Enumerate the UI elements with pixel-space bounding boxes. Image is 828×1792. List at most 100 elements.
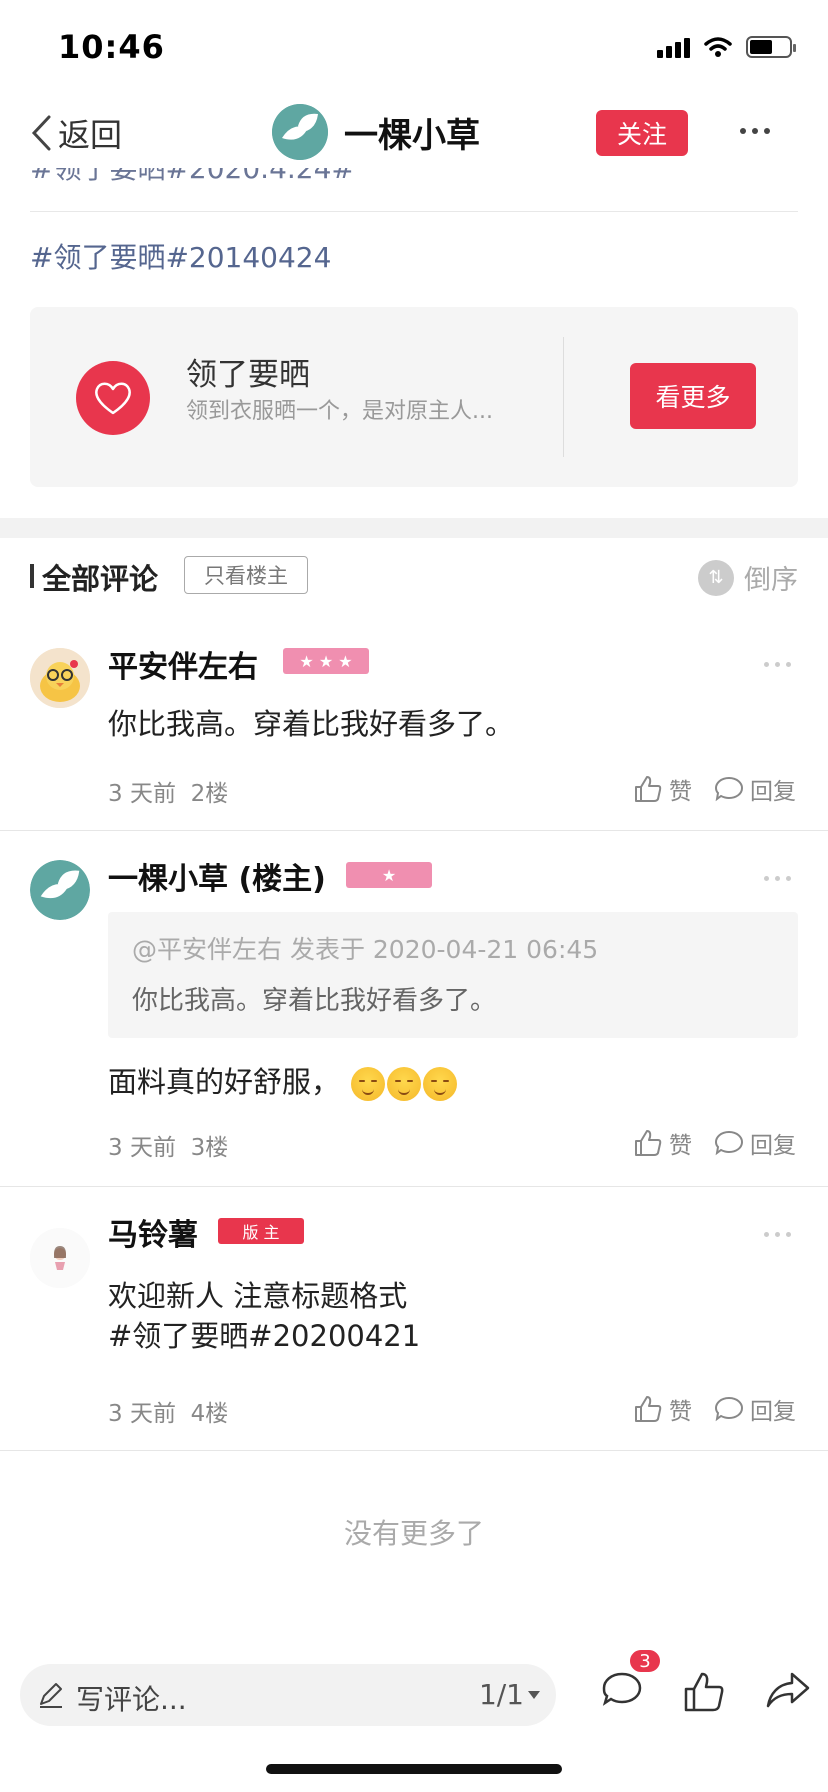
comment-tag-line: #领了要晒#20200421: [108, 1319, 421, 1353]
more-options-icon[interactable]: [740, 116, 770, 134]
divider: [0, 1450, 828, 1451]
thumbs-up-icon[interactable]: [682, 1670, 726, 1714]
thumbs-up-icon: [635, 1396, 662, 1422]
wifi-icon: [704, 37, 732, 57]
only-owner-button[interactable]: 只看楼主: [184, 556, 308, 594]
topic-card[interactable]: 领了要晒 领到衣服晒一个，是对原主人... 看更多: [30, 307, 798, 487]
comment-time: 3 天前: [108, 1401, 176, 1427]
comment-more-icon[interactable]: [764, 662, 791, 667]
divider: [0, 830, 828, 831]
comment-actions: 赞 回复: [633, 1126, 796, 1160]
divider: [30, 211, 798, 212]
follow-button[interactable]: 关注: [596, 110, 688, 156]
leaf-logo-icon: [272, 104, 328, 160]
comment-input[interactable]: 写评论... 1/1: [20, 1664, 556, 1726]
comment-meta: 3 天前 4楼: [108, 1394, 228, 1428]
comments-icon[interactable]: [600, 1670, 644, 1712]
reply-button[interactable]: 回复: [714, 1126, 796, 1160]
comment-floor: 4楼: [190, 1401, 229, 1427]
battery-icon: [746, 36, 796, 58]
blush-emoji-icon: [423, 1067, 458, 1101]
comment-author[interactable]: 一棵小草 (楼主): [108, 854, 326, 898]
comment-author[interactable]: 马铃薯: [108, 1210, 198, 1254]
comment-bubble-icon: [714, 1396, 744, 1422]
status-time: 10:46: [58, 28, 165, 66]
like-label: 赞: [669, 779, 692, 805]
reply-button[interactable]: 回复: [714, 1392, 796, 1426]
comment-author[interactable]: 平安伴左右: [108, 642, 258, 686]
comment-floor: 2楼: [190, 781, 229, 807]
reply-label: 回复: [750, 779, 796, 805]
back-button[interactable]: 返回: [30, 110, 122, 156]
comment-text: 面料真的好舒服，: [108, 1062, 458, 1102]
author-avatar[interactable]: [272, 104, 328, 160]
nav-bar: 返回 一棵小草 关注: [0, 96, 828, 168]
topic-description: 领到衣服晒一个，是对原主人...: [186, 399, 493, 424]
back-label: 返回: [58, 116, 123, 154]
quote-body: 你比我高。穿着比我好看多了。: [132, 986, 497, 1016]
dropdown-triangle-icon: [528, 1690, 540, 1699]
leaf-logo-icon: [30, 860, 90, 920]
comment-more-icon[interactable]: [764, 1232, 791, 1237]
reply-button[interactable]: 回复: [714, 772, 796, 806]
like-button[interactable]: 赞: [633, 1126, 692, 1160]
page-indicator[interactable]: 1/1: [479, 1678, 540, 1711]
reply-label: 回复: [750, 1133, 796, 1159]
comment-time: 3 天前: [108, 1135, 176, 1161]
status-bar: 10:46: [0, 0, 828, 96]
reply-label: 回复: [750, 1399, 796, 1425]
comment-item: 马铃薯 版 主 欢迎新人 注意标题格式 #领了要晒#20200421 3 天前 …: [0, 1208, 828, 1448]
comment-text-body: 面料真的好舒服，: [108, 1065, 341, 1099]
comment-time: 3 天前: [108, 781, 176, 807]
comment-count-badge: 3: [628, 1648, 662, 1674]
comment-text: 欢迎新人 注意标题格式 #领了要晒#20200421: [108, 1276, 420, 1356]
signal-icon: [657, 36, 690, 58]
like-label: 赞: [669, 1133, 692, 1159]
comment-actions: 赞 回复: [633, 1392, 796, 1426]
comment-text: 你比我高。穿着比我好看多了。: [108, 707, 515, 741]
see-more-button[interactable]: 看更多: [630, 363, 756, 429]
post-tag-link[interactable]: #领了要晒#20140424: [30, 236, 331, 276]
level-badge: ★ ★ ★: [283, 648, 369, 674]
moderator-badge: 版 主: [218, 1218, 304, 1244]
comments-title: 全部评论: [42, 562, 159, 596]
comment-text-line: 欢迎新人 注意标题格式: [108, 1279, 408, 1313]
quote-header: @平安伴左右 发表于 2020-04-21 06:45: [132, 935, 599, 964]
section-divider: [0, 518, 828, 538]
header-accent-bar: [30, 564, 34, 588]
comment-meta: 3 天前 2楼: [108, 774, 228, 808]
avatar-image: [30, 1228, 90, 1288]
topic-title: 领了要晒: [186, 357, 310, 393]
divider: [0, 1186, 828, 1187]
pencil-icon: [40, 1683, 62, 1708]
avatar-image: [30, 648, 90, 708]
comment-item: 平安伴左右 ★ ★ ★ 你比我高。穿着比我好看多了。 3 天前 2楼 赞 回复: [0, 640, 828, 830]
like-button[interactable]: 赞: [633, 1392, 692, 1426]
quoted-comment: @平安伴左右 发表于 2020-04-21 06:45 你比我高。穿着比我好看多…: [108, 912, 798, 1038]
comment-input-placeholder: 写评论...: [76, 1683, 187, 1716]
thumbs-up-icon: [635, 1130, 662, 1156]
like-label: 赞: [669, 1399, 692, 1425]
sort-toggle[interactable]: ⇅ 倒序: [698, 558, 798, 597]
comment-item: 一棵小草 (楼主) ★ @平安伴左右 发表于 2020-04-21 06:45 …: [0, 852, 828, 1184]
thumbs-up-icon: [635, 776, 662, 802]
divider: [563, 337, 564, 457]
comment-more-icon[interactable]: [764, 876, 791, 881]
avatar[interactable]: [30, 1228, 90, 1288]
avatar[interactable]: [30, 860, 90, 920]
avatar[interactable]: [30, 648, 90, 708]
comment-floor: 3楼: [190, 1135, 229, 1161]
home-indicator: [266, 1764, 562, 1774]
status-icons: [657, 36, 796, 58]
no-more-label: 没有更多了: [343, 1517, 484, 1550]
comment-bubble-icon: [714, 1130, 744, 1156]
sort-label: 倒序: [744, 565, 798, 596]
level-badge: ★: [346, 862, 432, 888]
chevron-left-icon: [31, 115, 51, 151]
heart-icon: [76, 361, 150, 435]
comment-bubble-icon: [714, 776, 744, 802]
share-icon[interactable]: [764, 1670, 812, 1712]
like-button[interactable]: 赞: [633, 772, 692, 806]
comment-actions: 赞 回复: [633, 772, 796, 806]
comment-meta: 3 天前 3楼: [108, 1128, 228, 1162]
